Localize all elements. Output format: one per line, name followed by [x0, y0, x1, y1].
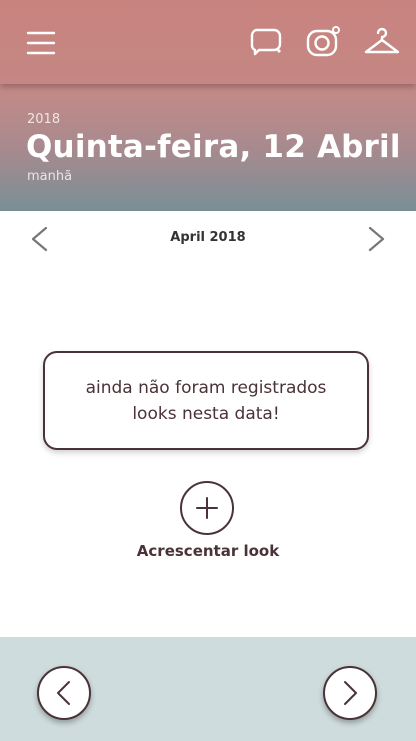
prev-day-button[interactable]	[37, 666, 91, 720]
chat-bubble-icon[interactable]	[248, 26, 284, 58]
top-bar	[0, 0, 416, 84]
plus-icon	[196, 497, 218, 519]
add-look-button[interactable]	[180, 481, 234, 535]
page-title: Quinta-feira, 12 Abril	[26, 129, 401, 165]
next-day-button[interactable]	[323, 666, 377, 720]
empty-state-message: ainda não foram registrados looks nesta …	[43, 351, 369, 450]
year-label: 2018	[27, 112, 61, 127]
period-label: manhã	[27, 169, 73, 184]
camera-icon[interactable]	[304, 24, 342, 58]
empty-state-text: ainda não foram registrados looks nesta …	[85, 377, 327, 424]
menu-icon[interactable]	[24, 26, 58, 60]
add-look-label[interactable]: Acrescentar look	[0, 542, 416, 560]
next-month-chevron-icon[interactable]	[364, 225, 390, 253]
hanger-icon[interactable]	[362, 24, 402, 58]
chevron-left-icon	[57, 681, 70, 705]
chevron-right-icon	[344, 681, 357, 705]
month-label: April 2018	[170, 230, 246, 245]
